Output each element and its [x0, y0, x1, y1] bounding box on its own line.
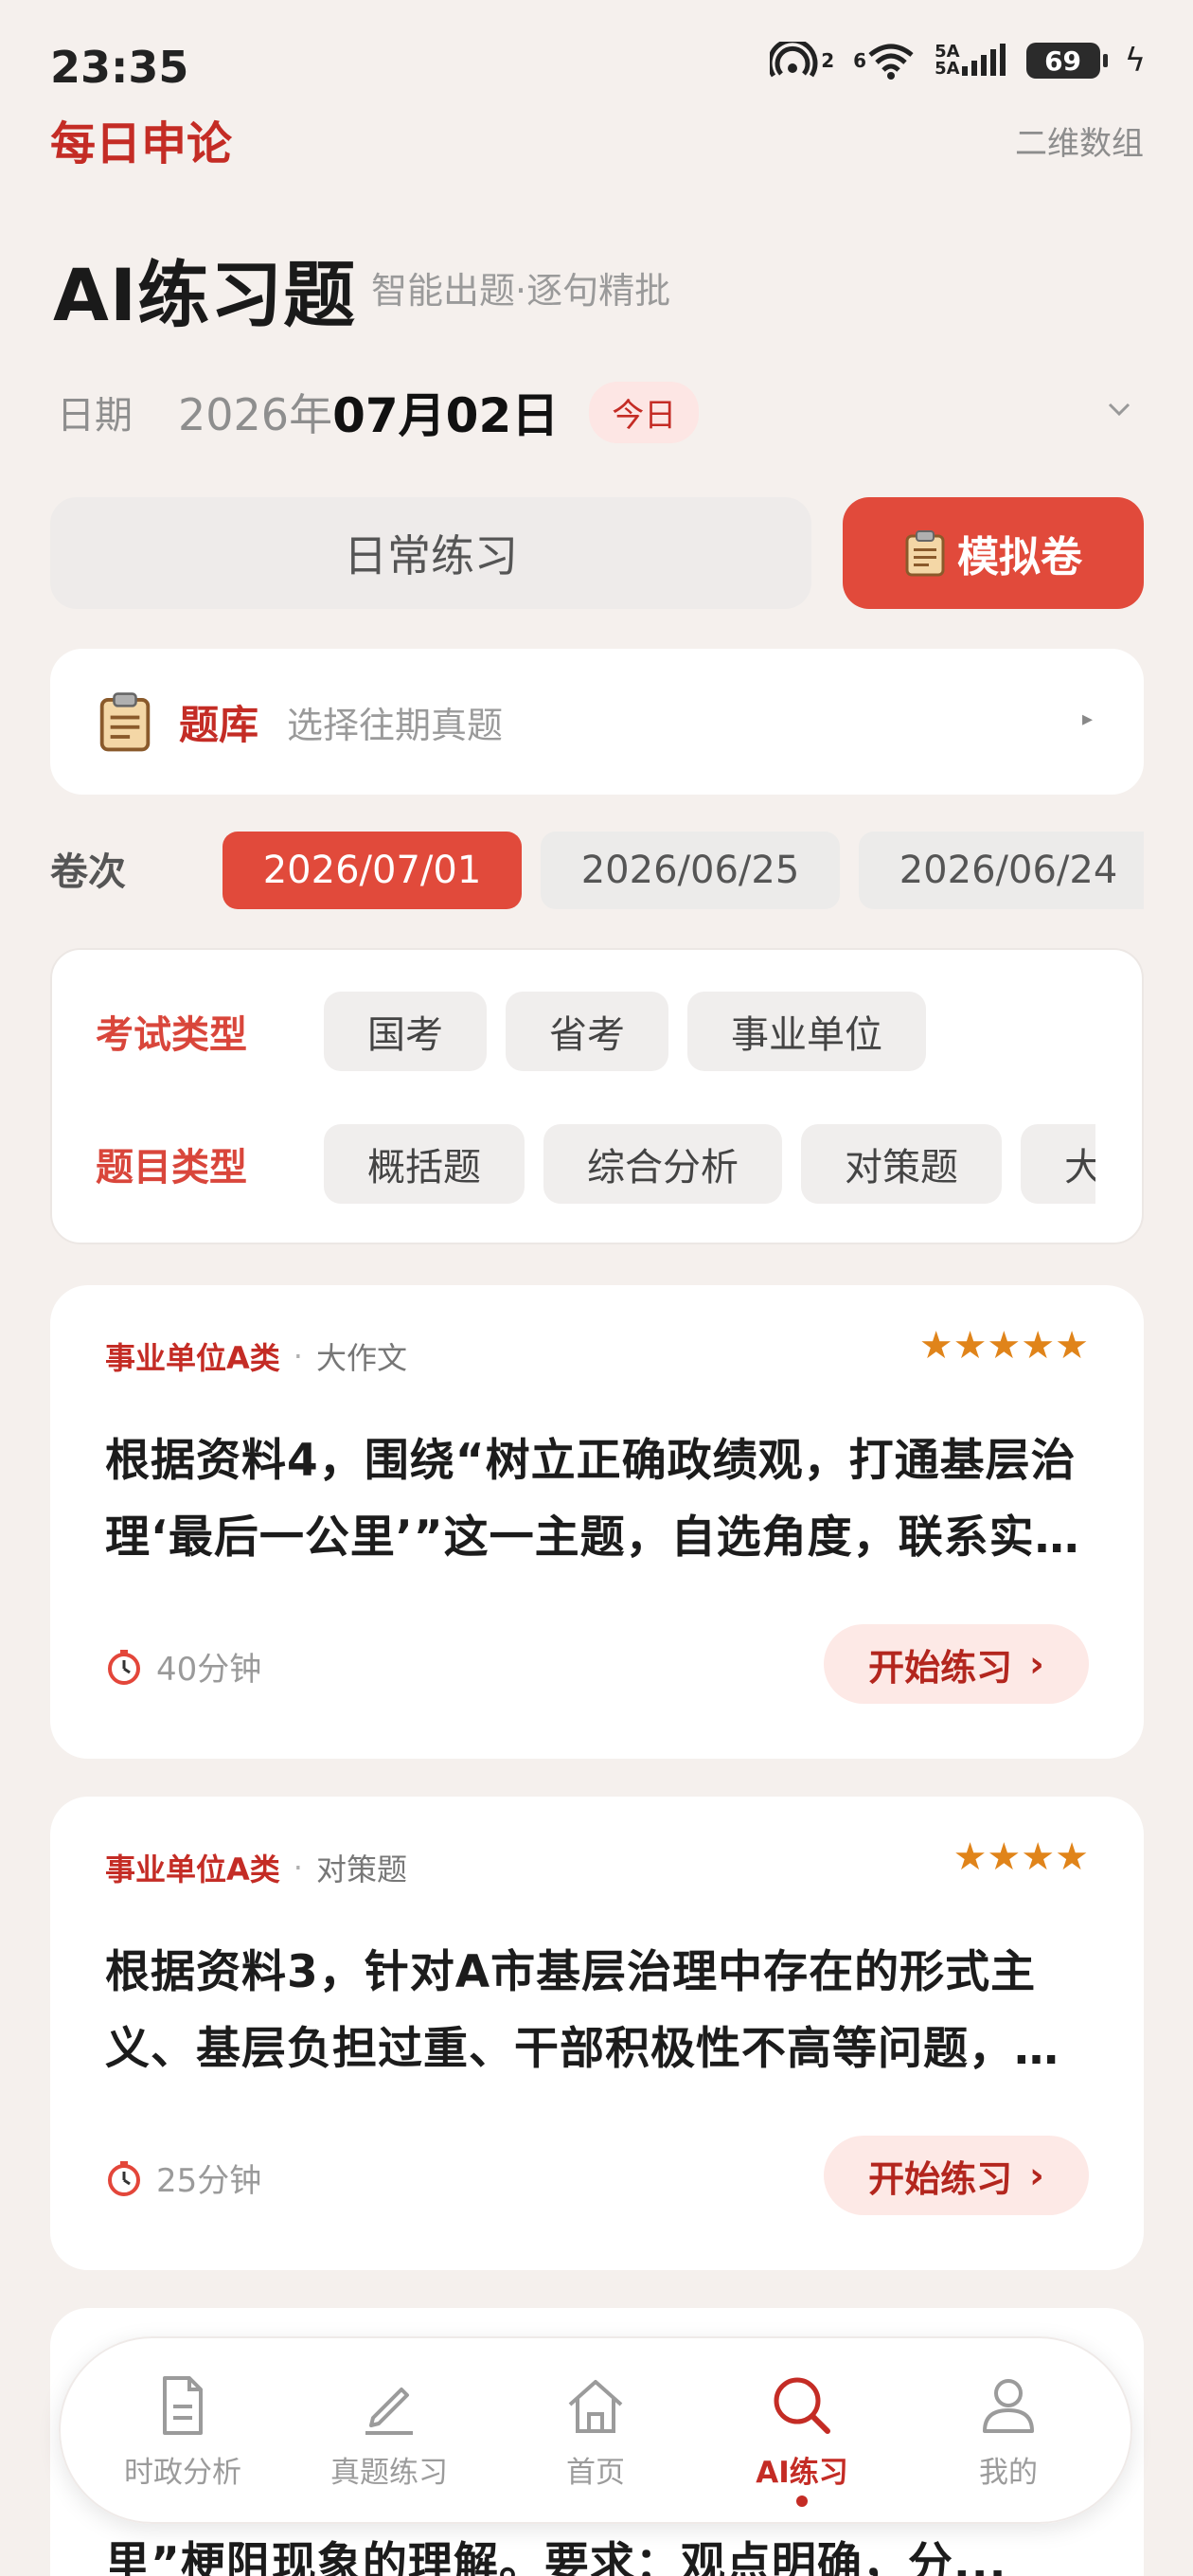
- start-practice-label: 开始练习: [868, 1646, 1013, 1689]
- hotspot-sup: 2: [821, 49, 835, 72]
- exam-type-label: 考试类型: [96, 1013, 247, 1057]
- page-subtitle: 智能出题·逐句精批: [371, 270, 671, 312]
- question-duration: 40分钟: [105, 1643, 261, 1690]
- question-bank-label: 题库: [179, 701, 259, 748]
- duration-text: 40分钟: [156, 1651, 262, 1689]
- start-practice-button[interactable]: 开始练习 ›: [824, 1624, 1089, 1704]
- charging-icon: ϟ: [1124, 42, 1146, 80]
- user-icon: [983, 2378, 1034, 2433]
- mock-exam-label: 模拟卷: [957, 533, 1082, 581]
- round-chip[interactable]: 2026/07/01: [223, 832, 522, 909]
- star-icons: ★★★★: [953, 1835, 1089, 1879]
- question-category: 事业单位A类: [105, 1340, 280, 1376]
- today-badge: 今日: [589, 381, 700, 443]
- filter-card: 考试类型 国考 省考 事业单位 题目类型 概括题 综合分析 对策题 大作文: [50, 948, 1144, 1244]
- chevron-right-icon: ›: [1029, 1643, 1044, 1685]
- battery-level: 69: [1044, 45, 1082, 77]
- round-chip[interactable]: 2026/06/24: [859, 832, 1144, 909]
- nav-item-profile[interactable]: 我的: [914, 2350, 1103, 2511]
- meta-separator: ·: [293, 1850, 303, 1886]
- signal-text: 5A 5A: [935, 42, 960, 79]
- question-duration: 25分钟: [105, 2155, 261, 2201]
- question-type: 对策题: [315, 1852, 407, 1887]
- nav-label: 首页: [566, 2455, 625, 2490]
- battery-icon: 69: [1025, 43, 1108, 79]
- question-meta: 事业单位A类 · 对策题: [105, 1846, 407, 1889]
- question-title: 根据资料3，针对A市基层治理中存在的形式主义、基层负担过重、干部积极性不高等问题…: [105, 1946, 1059, 2075]
- question-type-chip[interactable]: 概括题: [324, 1124, 525, 1204]
- qr-link[interactable]: 二维数组: [1015, 117, 1144, 164]
- timer-icon: [108, 1649, 140, 1685]
- status-bar: 23:35 2 6 5A 5A 69 ϟ: [0, 0, 1193, 104]
- question-meta: 事业单位A类 · 大作文: [105, 1334, 407, 1378]
- question-title: 里”梗阻现象的理解。要求：观点明确，分...: [105, 2538, 1007, 2576]
- date-month-day: 07月02日: [332, 388, 560, 443]
- question-bank-row[interactable]: 题库 选择往期真题 ▸: [50, 649, 1144, 795]
- status-time: 23:35: [50, 42, 189, 93]
- date-year: 2026年: [178, 389, 333, 440]
- pen-icon: [365, 2387, 413, 2435]
- question-title: 根据资料4，围绕“树立正确政绩观，打通基层治理‘最后一公里’”这一主题，自选角度…: [105, 1435, 1077, 1564]
- question-type-row: 题目类型 概括题 综合分析 对策题 大作文: [52, 1124, 1142, 1204]
- question-category: 事业单位A类: [105, 1852, 280, 1887]
- question-bank-hint: 选择往期真题: [287, 704, 504, 746]
- meta-separator: ·: [293, 1338, 303, 1374]
- date-selector[interactable]: 日期 2026年 07月02日 今日: [57, 379, 1146, 445]
- nav-item-ai-practice[interactable]: AI练习: [707, 2350, 897, 2511]
- nav-label: 真题练习: [330, 2455, 448, 2490]
- daily-practice-label: 日常练习: [344, 530, 518, 581]
- round-chips: 2026/07/01 2026/06/25 2026/06/24: [223, 832, 1144, 909]
- chevron-right-icon: ›: [1029, 2155, 1044, 2196]
- difficulty-stars: ★★★★: [953, 1838, 1089, 1876]
- status-icons: 2 6 5A 5A 69 ϟ: [770, 42, 1146, 80]
- search-icon: [774, 2377, 830, 2434]
- chevron-down-icon[interactable]: [1098, 388, 1140, 430]
- question-card[interactable]: 事业单位A类 · 对策题 ★★★★ 根据资料3，针对A市基层治理中存在的形式主义…: [50, 1797, 1144, 2270]
- nav-label: 我的: [979, 2455, 1038, 2490]
- exam-type-chip[interactable]: 事业单位: [687, 992, 926, 1071]
- question-type-chip[interactable]: 综合分析: [543, 1124, 782, 1204]
- round-label: 卷次: [50, 850, 126, 894]
- app-title: 每日申论: [50, 117, 233, 170]
- hotspot-icon: 2: [770, 42, 834, 80]
- round-chip[interactable]: 2026/06/25: [541, 832, 840, 909]
- star-icons: ★★★★★: [918, 1324, 1089, 1368]
- daily-practice-button[interactable]: 日常练习: [50, 497, 811, 609]
- difficulty-stars: ★★★★★: [919, 1327, 1089, 1365]
- question-type-chip[interactable]: 对策题: [801, 1124, 1002, 1204]
- nav-item-current-affairs[interactable]: 时政分析: [88, 2350, 277, 2511]
- question-type: 大作文: [315, 1340, 407, 1376]
- wifi-sup: 6: [853, 49, 867, 72]
- nav-label: 时政分析: [124, 2455, 241, 2490]
- date-label: 日期: [57, 394, 133, 438]
- question-card[interactable]: 事业单位A类 · 大作文 ★★★★★ 根据资料4，围绕“树立正确政绩观，打通基层…: [50, 1285, 1144, 1759]
- wifi-icon: 6: [853, 42, 916, 80]
- start-practice-label: 开始练习: [868, 2157, 1013, 2200]
- document-icon: [163, 2375, 203, 2435]
- bottom-nav: 时政分析 真题练习 首页 AI练习 我的: [59, 2336, 1132, 2524]
- exam-type-chips: 国考 省考 事业单位: [324, 992, 1095, 1071]
- page-title: AI练习题: [53, 253, 357, 337]
- nav-item-home[interactable]: 首页: [501, 2350, 690, 2511]
- duration-text: 25分钟: [156, 2162, 262, 2200]
- cellular-signal-icon: 5A 5A: [935, 44, 1006, 78]
- question-type-chips: 概括题 综合分析 对策题 大作文: [324, 1124, 1095, 1204]
- home-icon: [568, 2379, 623, 2433]
- question-type-label: 题目类型: [96, 1146, 247, 1190]
- clipboard-icon: [99, 692, 151, 752]
- timer-icon: [108, 2160, 140, 2196]
- nav-item-past-exams[interactable]: 真题练习: [294, 2350, 484, 2511]
- mock-exam-button[interactable]: 模拟卷: [843, 497, 1144, 609]
- clipboard-icon: [905, 530, 945, 577]
- question-type-chip[interactable]: 大作文: [1021, 1124, 1095, 1204]
- nav-label: AI练习: [756, 2455, 848, 2490]
- exam-type-chip[interactable]: 省考: [506, 992, 668, 1071]
- start-practice-button[interactable]: 开始练习 ›: [824, 2136, 1089, 2215]
- exam-type-chip[interactable]: 国考: [324, 992, 487, 1071]
- exam-type-row: 考试类型 国考 省考 事业单位: [52, 992, 1142, 1071]
- arrow-right-icon: ▸: [1081, 707, 1093, 731]
- active-indicator: [796, 2496, 808, 2507]
